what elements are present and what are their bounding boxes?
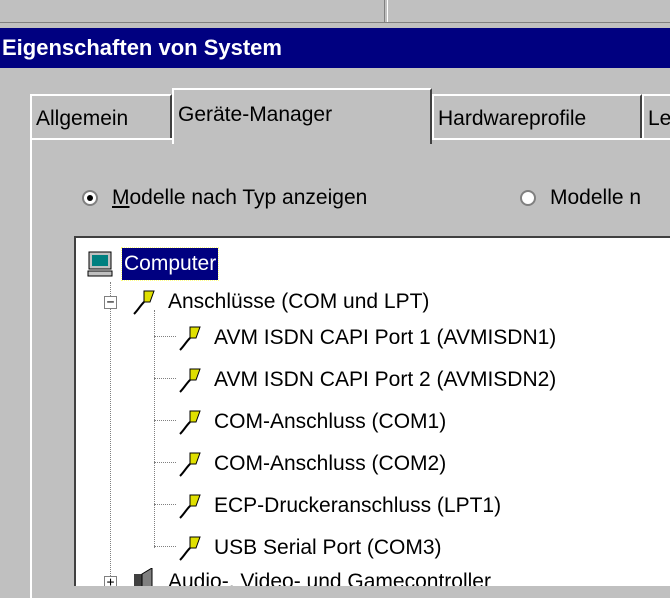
tree-category-anschluesse[interactable]: Anschlüsse (COM und LPT) (130, 286, 431, 318)
device-label: USB Serial Port (COM3) (214, 536, 442, 559)
speaker-icon (134, 568, 153, 586)
radio-selected-icon[interactable] (82, 190, 98, 206)
radio-by-type-label: Modelle nach Typ anzeigen (112, 186, 368, 209)
device-tree[interactable]: Computer − Anschlüsse (COM und LPT) AVM … (74, 236, 670, 586)
tree-line (154, 462, 176, 463)
radio-by-connection-label: Modelle n (550, 186, 642, 209)
radio-by-connection[interactable]: Modelle n (520, 186, 641, 210)
collapse-minus-icon[interactable]: − (104, 296, 117, 309)
list-item[interactable]: USB Serial Port (COM3) (176, 532, 444, 564)
device-label: ECP-Druckeranschluss (LPT1) (214, 494, 502, 517)
port-connector-icon (179, 452, 201, 477)
computer-icon (87, 251, 113, 277)
list-item[interactable]: ECP-Druckeranschluss (LPT1) (176, 490, 503, 522)
tree-line (154, 336, 176, 337)
tree-line (110, 282, 111, 582)
list-item[interactable]: AVM ISDN CAPI Port 1 (AVMISDN1) (176, 322, 558, 354)
tab-geraete-manager[interactable]: Geräte-Manager (172, 88, 432, 144)
category-label: Anschlüsse (COM und LPT) (168, 290, 430, 313)
tree-line (154, 546, 176, 547)
tree-line (154, 378, 176, 379)
list-item[interactable]: AVM ISDN CAPI Port 2 (AVMISDN2) (176, 364, 558, 396)
tree-category-audio[interactable]: Audio-, Video- und Gamecontroller (130, 566, 493, 586)
strip-separator (384, 0, 388, 22)
tab-hardwareprofile[interactable]: Hardwareprofile (432, 94, 642, 140)
device-label: COM-Anschluss (COM2) (214, 452, 447, 475)
port-connector-icon (179, 410, 201, 435)
tree-line (154, 420, 176, 421)
background-window-strip (0, 0, 670, 23)
tree-root-label: Computer (120, 247, 220, 281)
device-label: COM-Anschluss (COM1) (214, 410, 447, 433)
list-item[interactable]: COM-Anschluss (COM2) (176, 448, 448, 480)
list-item[interactable]: COM-Anschluss (COM1) (176, 406, 448, 438)
port-connector-icon (179, 494, 201, 519)
port-connector-icon (179, 326, 201, 351)
device-label: AVM ISDN CAPI Port 1 (AVMISDN1) (214, 326, 557, 349)
port-connector-icon (179, 368, 201, 393)
tab-leistungsmerkmale[interactable]: Lei (642, 94, 670, 140)
tree-line (154, 504, 176, 505)
category-label: Audio-, Video- und Gamecontroller (168, 570, 491, 586)
window-title: Eigenschaften von System (0, 28, 670, 68)
device-label: AVM ISDN CAPI Port 2 (AVMISDN2) (214, 368, 557, 391)
port-connector-icon (133, 290, 155, 315)
radio-unselected-icon[interactable] (520, 190, 536, 206)
radio-by-type[interactable]: Modelle nach Typ anzeigen (82, 186, 367, 210)
tree-root-computer[interactable]: Computer (86, 247, 220, 281)
tab-allgemein[interactable]: Allgemein (30, 94, 172, 140)
tree-line (154, 310, 155, 548)
port-connector-icon (179, 536, 201, 561)
